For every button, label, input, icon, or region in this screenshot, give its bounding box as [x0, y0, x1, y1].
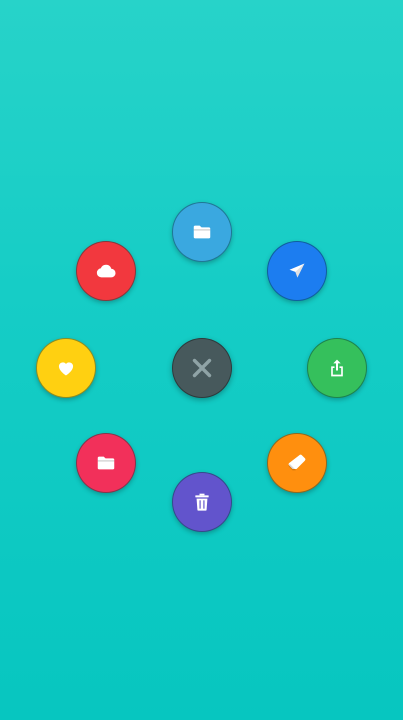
send-icon [285, 259, 309, 283]
eraser-button[interactable] [267, 433, 327, 493]
folder-button-bottom[interactable] [76, 433, 136, 493]
close-icon [190, 356, 214, 380]
cloud-icon [94, 259, 118, 283]
close-menu-button[interactable] [172, 338, 232, 398]
delete-icon [190, 490, 214, 514]
share-button[interactable] [307, 338, 367, 398]
send-button[interactable] [267, 241, 327, 301]
app-screen [0, 0, 403, 720]
share-icon [325, 356, 349, 380]
folder-icon [190, 220, 214, 244]
folder-icon [94, 451, 118, 475]
cloud-button[interactable] [76, 241, 136, 301]
delete-button[interactable] [172, 472, 232, 532]
favorite-button[interactable] [36, 338, 96, 398]
heart-icon [54, 356, 78, 380]
eraser-icon [285, 451, 309, 475]
folder-button-top[interactable] [172, 202, 232, 262]
